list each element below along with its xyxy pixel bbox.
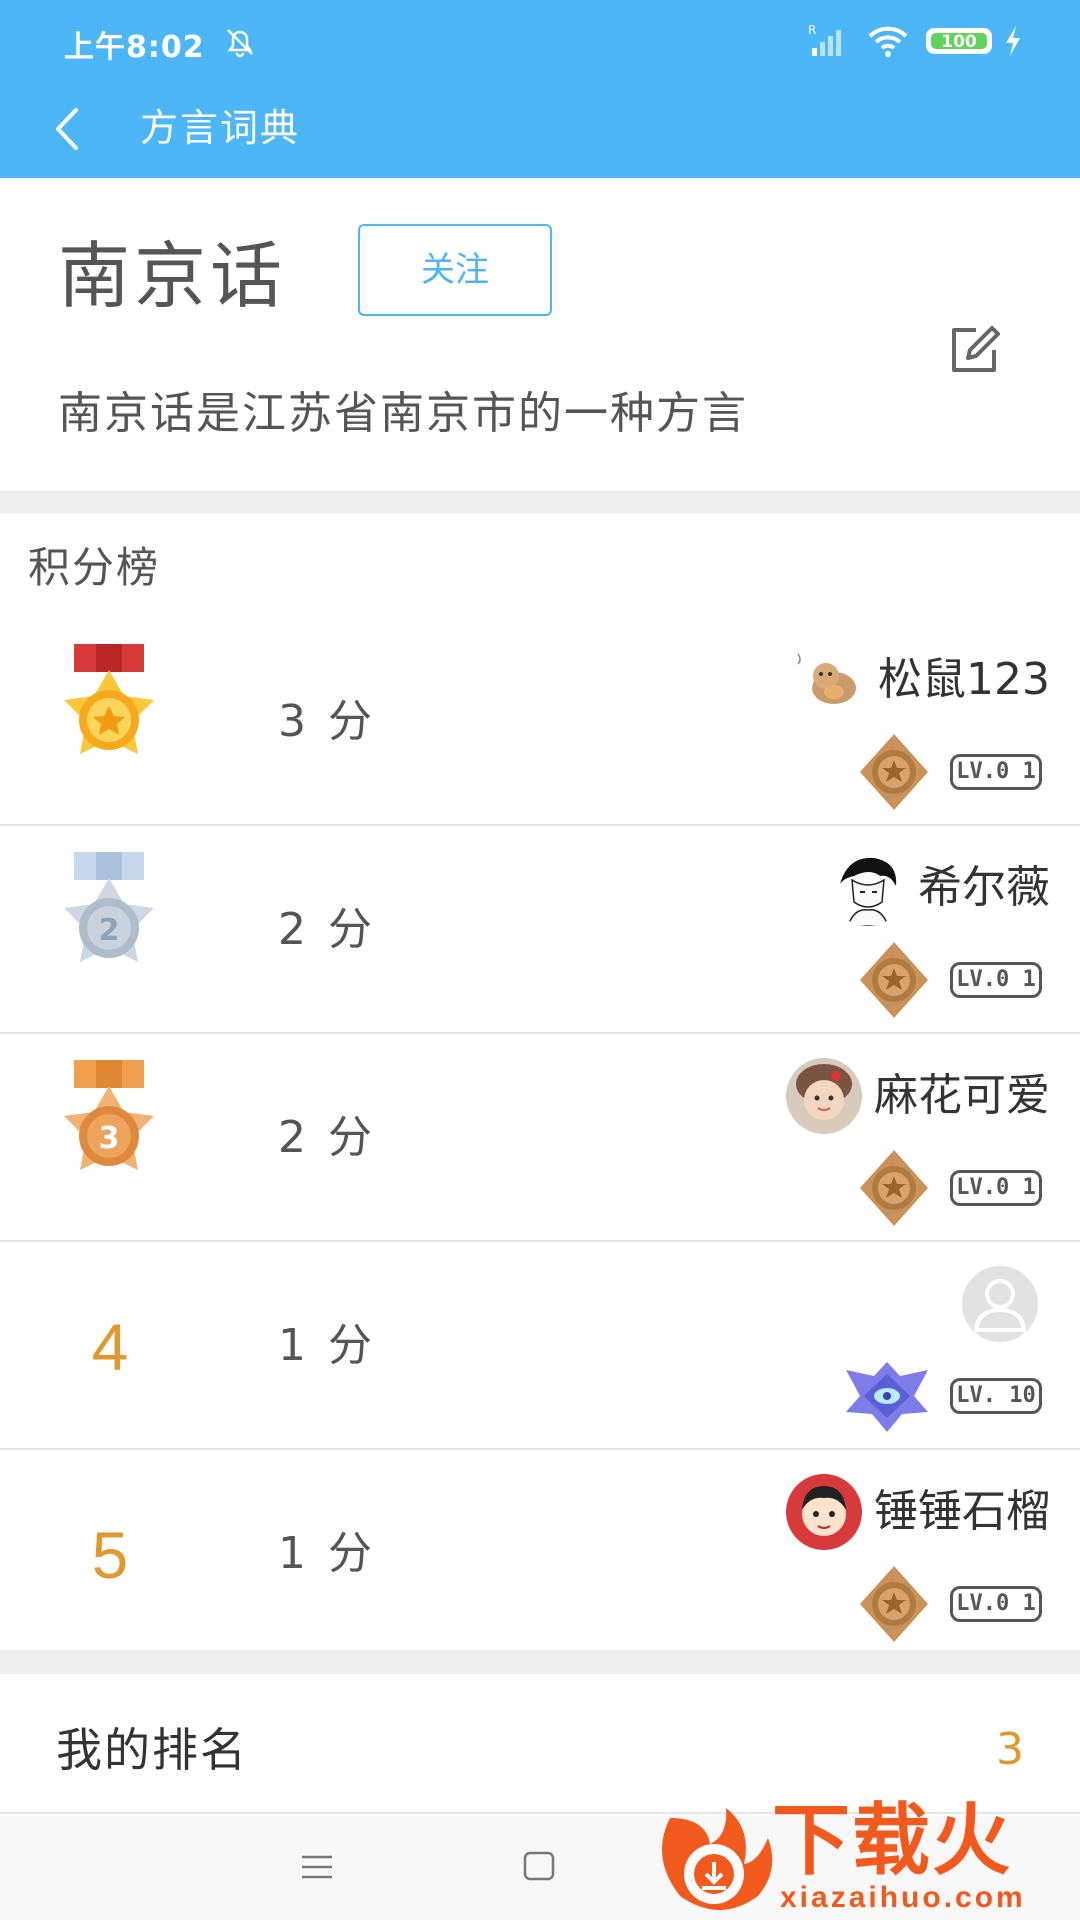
battery-level: 100 bbox=[931, 33, 987, 51]
follow-button[interactable]: 关注 bbox=[358, 224, 552, 316]
bronze-medal-icon: 3 bbox=[64, 1060, 154, 1170]
level-tag: LV.0 1 bbox=[950, 1586, 1042, 1622]
svg-text:R: R bbox=[808, 23, 816, 37]
watermark-brand: 下载火 bbox=[772, 1796, 1013, 1886]
dialect-description: 南京话是江苏省南京市的一种方言 bbox=[58, 388, 748, 439]
leaderboard-row[interactable]: 3 分 松鼠123 LV.0 1 bbox=[0, 620, 1080, 826]
bronze-star-badge-icon bbox=[860, 1566, 928, 1642]
silver-medal-icon: 2 bbox=[64, 852, 154, 962]
avatar[interactable] bbox=[790, 642, 867, 718]
leaderboard-row[interactable]: 4 1 分 LV. 10 bbox=[0, 1244, 1080, 1450]
avatar[interactable] bbox=[786, 1058, 862, 1134]
user-level: LV.0 1 bbox=[856, 732, 1042, 812]
bell-off-icon bbox=[227, 29, 253, 58]
battery-icon: 100 bbox=[926, 28, 992, 54]
user-level: LV. 10 bbox=[842, 1356, 1042, 1436]
top-bar: 上午8:02 R 100 方言词典 bbox=[0, 0, 1080, 178]
score: 3 分 bbox=[278, 696, 376, 747]
svg-text:2: 2 bbox=[99, 913, 120, 948]
rank-number: 4 bbox=[91, 1310, 129, 1384]
watermark-url: xiazaihuo.com bbox=[780, 1881, 1026, 1914]
status-bar: 上午8:02 R 100 bbox=[0, 0, 1080, 80]
user-info[interactable]: 松鼠123 bbox=[790, 640, 1050, 720]
default-avatar-icon[interactable] bbox=[962, 1266, 1038, 1342]
back-arrow-icon[interactable] bbox=[48, 100, 88, 158]
bronze-star-badge-icon bbox=[860, 942, 928, 1018]
username: 麻花可爱 bbox=[874, 1070, 1050, 1121]
user-level: LV.0 1 bbox=[856, 940, 1042, 1020]
leaderboard-row[interactable]: 3 2 分 麻花可爱 LV.0 1 bbox=[0, 1036, 1080, 1242]
app-bar: 方言词典 bbox=[0, 80, 1080, 178]
dialect-name: 南京话 bbox=[58, 234, 287, 318]
gold-medal-icon bbox=[64, 644, 154, 754]
status-time: 上午8:02 bbox=[64, 30, 205, 65]
wifi-icon bbox=[868, 26, 908, 57]
svg-text:3: 3 bbox=[99, 1121, 120, 1156]
level-tag: LV. 10 bbox=[950, 1378, 1042, 1414]
score: 2 分 bbox=[278, 1112, 376, 1163]
edit-icon[interactable] bbox=[946, 320, 1006, 378]
score: 1 分 bbox=[278, 1528, 376, 1579]
leaderboard-row[interactable]: 5 1 分 锤锤石榴 LV.0 1 bbox=[0, 1452, 1080, 1658]
score: 1 分 bbox=[278, 1320, 376, 1371]
username: 希尔薇 bbox=[918, 862, 1050, 913]
my-rank-label: 我的排名 bbox=[56, 1723, 248, 1777]
user-info[interactable]: 麻花可爱 bbox=[786, 1056, 1050, 1136]
bronze-star-badge-icon bbox=[860, 734, 928, 810]
username: 松鼠123 bbox=[878, 654, 1050, 705]
user-info[interactable] bbox=[962, 1264, 1050, 1344]
signal-icon: R bbox=[808, 23, 841, 56]
avatar[interactable] bbox=[786, 1474, 862, 1550]
level-tag: LV.0 1 bbox=[950, 1170, 1042, 1206]
user-level: LV.0 1 bbox=[856, 1564, 1042, 1644]
user-info[interactable]: 锤锤石榴 bbox=[786, 1472, 1050, 1552]
leaderboard-row[interactable]: 2 2 分 希尔薇 LV.0 1 bbox=[0, 828, 1080, 1034]
leaderboard-title: 积分榜 bbox=[28, 543, 161, 592]
score: 2 分 bbox=[278, 904, 376, 955]
level-tag: LV.0 1 bbox=[950, 962, 1042, 998]
dialect-header: 南京话 关注 南京话是江苏省南京市的一种方言 bbox=[0, 178, 1080, 491]
level-tag: LV.0 1 bbox=[950, 754, 1042, 790]
app-title: 方言词典 bbox=[140, 106, 301, 150]
rank-number: 5 bbox=[91, 1518, 129, 1592]
username: 锤锤石榴 bbox=[874, 1486, 1050, 1537]
user-level: LV.0 1 bbox=[856, 1148, 1042, 1228]
section-divider bbox=[0, 491, 1080, 513]
my-rank-value: 3 bbox=[996, 1724, 1024, 1775]
menu-icon[interactable] bbox=[300, 1852, 334, 1882]
charging-icon bbox=[1006, 26, 1020, 56]
purple-diamond-badge-icon bbox=[846, 1362, 928, 1432]
user-info[interactable]: 希尔薇 bbox=[830, 848, 1050, 928]
bronze-star-badge-icon bbox=[860, 1150, 928, 1226]
section-divider bbox=[0, 1650, 1080, 1674]
avatar[interactable] bbox=[830, 850, 906, 926]
home-icon[interactable] bbox=[522, 1850, 556, 1882]
